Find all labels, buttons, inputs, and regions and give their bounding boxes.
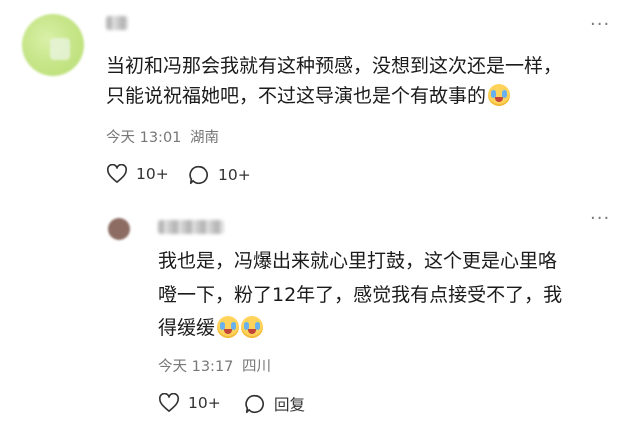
reply-text-line-2: 噔一下，粉了12年了，感觉我有点接受不了，我 <box>158 284 563 306</box>
like-button[interactable]: 10+ <box>106 164 169 184</box>
avatar[interactable] <box>22 14 84 76</box>
speech-bubble-icon <box>189 165 208 185</box>
more-dots-icon[interactable]: ··· <box>590 14 610 35</box>
like-button[interactable]: 10+ <box>158 393 221 413</box>
more-dots-icon[interactable]: ··· <box>590 208 610 229</box>
like-count: 10+ <box>136 165 169 183</box>
avatar[interactable] <box>108 218 130 240</box>
heart-outline-icon <box>106 164 128 183</box>
reply-location: 四川 <box>242 359 272 375</box>
reply-meta: 今天 13:17 四川 <box>158 355 271 376</box>
comment-meta: 今天 13:01 湖南 <box>106 126 219 147</box>
comment-text-line-2-content: 只能说祝福她吧，不过这导演也是个有故事的 <box>106 85 487 107</box>
reply-button[interactable]: 回复 <box>244 393 305 415</box>
speech-bubble-icon <box>245 394 264 414</box>
comment-button[interactable]: 10+ <box>188 164 251 186</box>
heart-outline-icon <box>158 393 180 412</box>
comment-text-line-2: 只能说祝福她吧，不过这导演也是个有故事的 <box>106 81 511 111</box>
crying-face-emoji-icon <box>217 316 240 338</box>
like-count: 10+ <box>188 394 221 412</box>
comment-location: 湖南 <box>190 130 220 146</box>
reply-text-line-1: 我也是，冯爆出来就心里打鼓，这个更是心里咯 <box>158 250 558 272</box>
comment-time: 今天 13:01 <box>106 130 182 146</box>
username-blurred[interactable] <box>158 220 224 234</box>
crying-face-emoji-icon <box>488 84 511 106</box>
username-blurred[interactable] <box>106 16 128 30</box>
reply-count: 10+ <box>218 166 251 184</box>
reply-time: 今天 13:17 <box>158 359 234 375</box>
crying-face-emoji-icon <box>241 316 264 338</box>
comment-text-line-1: 当初和冯那会我就有这种预感，没想到这次还是一样， <box>106 55 563 77</box>
reply-label: 回复 <box>274 396 306 414</box>
reply-text-line-3-content: 得缓缓 <box>158 317 216 339</box>
reply-text-line-3: 得缓缓 <box>158 313 264 343</box>
